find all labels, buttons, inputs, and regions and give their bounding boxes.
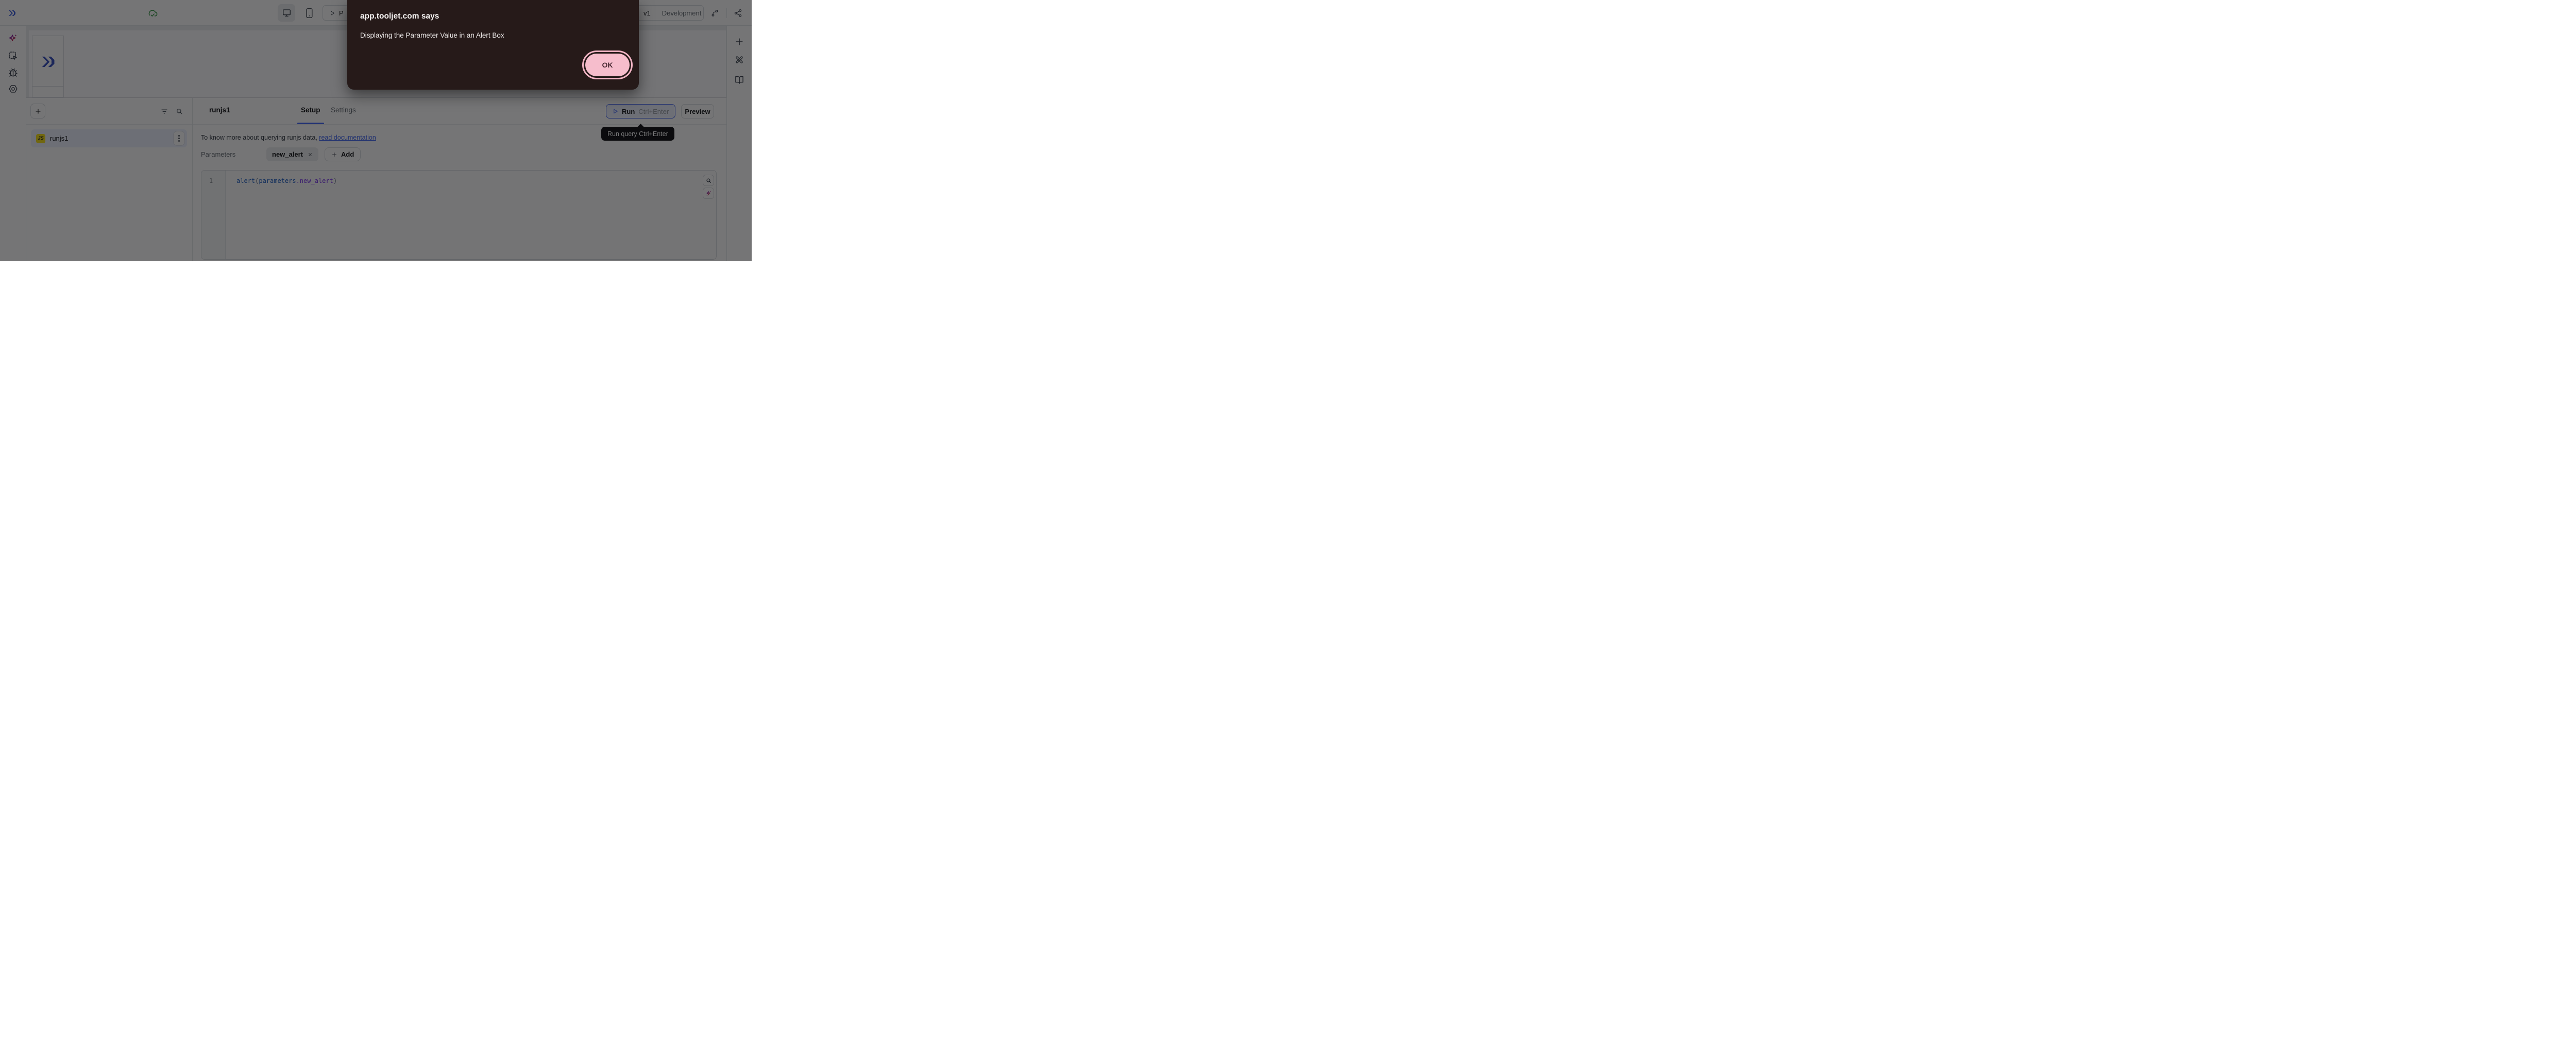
alert-message: Displaying the Parameter Value in an Ale… — [360, 31, 504, 39]
browser-alert-dialog: app.tooljet.com says Displaying the Para… — [347, 0, 639, 90]
alert-title: app.tooljet.com says — [360, 12, 439, 21]
tooljet-app-builder: P v1 Development — [0, 0, 752, 261]
alert-ok-button[interactable]: OK — [585, 54, 630, 76]
